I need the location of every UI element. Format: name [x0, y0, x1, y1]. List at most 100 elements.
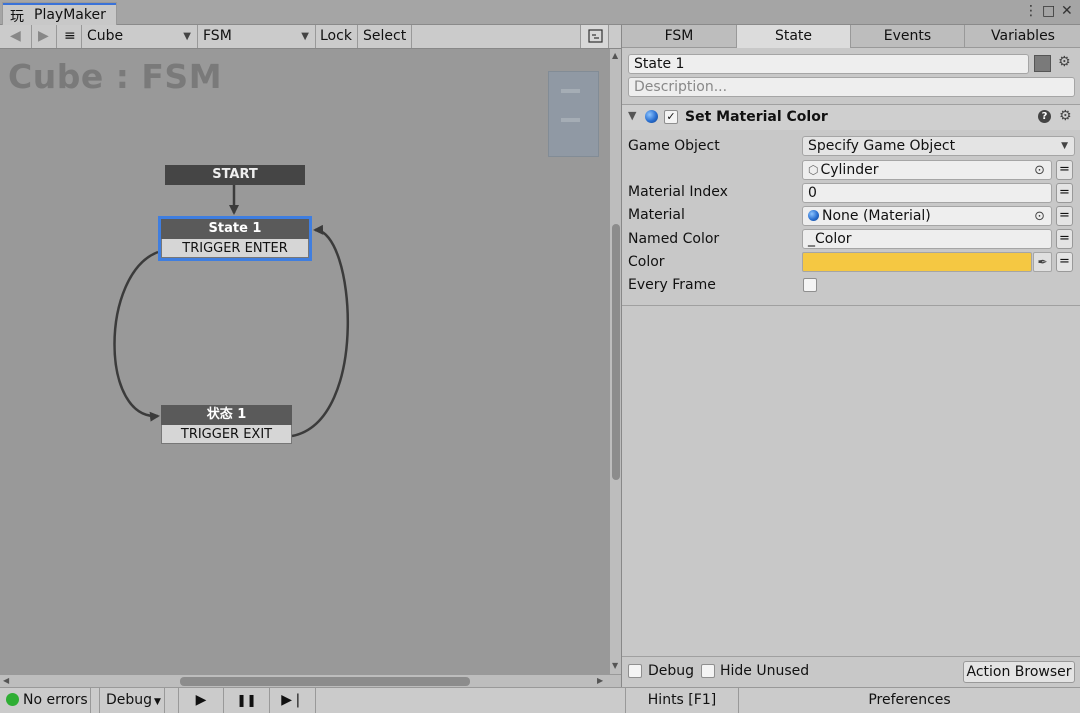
named-color-field[interactable]: _Color [802, 229, 1052, 249]
tab-variables[interactable]: Variables [965, 25, 1080, 48]
status-ok-icon [6, 693, 19, 706]
chevron-down-icon: ▼ [183, 31, 191, 42]
tab-state[interactable]: State [737, 25, 851, 48]
named-color-label: Named Color [628, 231, 720, 247]
scroll-down-icon[interactable]: ▼ [612, 661, 618, 670]
material-label: Material [628, 207, 685, 223]
fsm-select-value: FSM [203, 28, 232, 44]
maximize-icon[interactable]: □ [1042, 3, 1055, 19]
trigger-exit-link [291, 224, 349, 438]
hints-button[interactable]: Hints [F1] [625, 688, 739, 713]
every-frame-label: Every Frame [628, 277, 716, 293]
hints-label: Hints [F1] [647, 692, 717, 708]
material-index-field[interactable]: 0 [802, 183, 1052, 203]
divider [622, 305, 1080, 306]
fsm-select[interactable]: FSM ▼ [198, 25, 316, 48]
description-field[interactable]: Description... [628, 77, 1075, 97]
state-node-transition[interactable]: TRIGGER EXIT [161, 425, 292, 444]
object-picker-icon[interactable]: ⊙ [1034, 162, 1045, 180]
state-node-state-1[interactable]: State 1 TRIGGER ENTER [158, 216, 312, 261]
state-name-field[interactable]: State 1 [628, 54, 1029, 74]
variable-toggle-button[interactable]: = [1056, 252, 1073, 272]
pause-button[interactable]: ❚❚ [224, 688, 270, 713]
color-field[interactable] [802, 252, 1032, 272]
state-node-state-2[interactable]: 状态 1 TRIGGER EXIT [161, 405, 292, 444]
horizontal-scroll-thumb[interactable] [180, 677, 470, 686]
every-frame-checkbox[interactable] [803, 278, 817, 292]
hide-unused-label: Hide Unused [720, 663, 810, 679]
chevron-down-icon: ▼ [154, 697, 161, 707]
state-node-title: 状态 1 [161, 405, 292, 425]
scroll-up-icon[interactable]: ▲ [612, 51, 618, 60]
step-button[interactable]: ▶❘ [270, 688, 316, 713]
gear-icon[interactable]: ⚙ [1058, 54, 1071, 70]
trigger-enter-link [113, 250, 160, 422]
status-bar: No errors Debug ▼ ▶ ❚❚ ▶❘ Hints [F1] Pref… [0, 687, 1080, 713]
game-object-value: Cylinder [820, 162, 879, 178]
color-label: Color [628, 254, 665, 270]
state-node-transition[interactable]: TRIGGER ENTER [161, 239, 309, 258]
forward-arrow-icon: ▶ [38, 28, 49, 44]
material-value: None (Material) [822, 208, 931, 224]
select-button[interactable]: Select [358, 25, 412, 48]
hide-unused-checkbox[interactable] [701, 664, 715, 678]
vertical-scroll-thumb[interactable] [612, 224, 620, 480]
error-status[interactable]: No errors [0, 688, 91, 713]
tab-events[interactable]: Events [851, 25, 965, 48]
window-tab-bar: 玩 PlayMaker ⋮ □ ✕ [0, 0, 1080, 25]
chevron-down-icon: ▼ [1061, 141, 1068, 151]
variable-toggle-button[interactable]: = [1056, 206, 1073, 226]
debug-checkbox[interactable] [628, 664, 642, 678]
game-object-mode-dropdown[interactable]: Specify Game Object ▼ [802, 136, 1075, 156]
menu-button[interactable]: ≡ [57, 25, 82, 48]
variable-toggle-button[interactable]: = [1056, 183, 1073, 203]
lock-button[interactable]: Lock [316, 25, 358, 48]
action-title: Set Material Color [685, 109, 828, 125]
debug-label: Debug [648, 663, 695, 679]
action-gear-icon[interactable]: ⚙ [1059, 108, 1072, 124]
object-picker-icon[interactable]: ⊙ [1034, 208, 1045, 226]
action-category-icon [645, 110, 658, 123]
back-button[interactable]: ◀ [0, 25, 32, 48]
play-button[interactable]: ▶ [178, 688, 224, 713]
start-node[interactable]: START [165, 165, 305, 185]
window-tab-playmaker[interactable]: 玩 PlayMaker [2, 2, 117, 25]
state-color-swatch[interactable] [1034, 55, 1051, 72]
chevron-down-icon: ▼ [301, 31, 309, 42]
hamburger-icon: ≡ [64, 28, 76, 44]
help-icon[interactable]: ? [1038, 110, 1051, 123]
material-field[interactable]: None (Material) ⊙ [802, 206, 1052, 226]
action-enabled-checkbox[interactable]: ✓ [664, 110, 678, 124]
foldout-arrow-icon[interactable]: ▼ [628, 109, 636, 122]
preferences-button[interactable]: Preferences [739, 688, 1080, 713]
select-label: Select [363, 28, 407, 44]
graph-horizontal-scrollbar[interactable]: ◀ ▶ [0, 674, 621, 687]
back-arrow-icon: ◀ [10, 28, 21, 44]
window-menu-icon[interactable]: ⋮ [1024, 3, 1038, 19]
material-index-label: Material Index [628, 184, 728, 200]
close-icon[interactable]: ✕ [1061, 3, 1073, 19]
graph-vertical-scrollbar[interactable]: ▲ ▼ [609, 49, 621, 674]
state-node-title: State 1 [161, 219, 309, 239]
debug-dropdown-label: Debug [106, 692, 153, 708]
play-icon: ▶ [195, 692, 207, 708]
forward-button[interactable]: ▶ [32, 25, 57, 48]
inspector-tabs: FSM State Events Variables [622, 25, 1080, 48]
minimap-toggle-icon [588, 29, 603, 43]
inspector-footer: Debug Hide Unused Action Browser [622, 656, 1080, 687]
tab-fsm[interactable]: FSM [622, 25, 737, 48]
step-icon: ▶❘ [281, 692, 304, 708]
scroll-right-icon[interactable]: ▶ [597, 676, 603, 685]
window-title: PlayMaker [34, 7, 106, 23]
variable-toggle-button[interactable]: = [1056, 229, 1073, 249]
scroll-left-icon[interactable]: ◀ [3, 676, 9, 685]
gameobject-select[interactable]: Cube ▼ [82, 25, 198, 48]
eyedropper-icon[interactable]: ✒ [1033, 252, 1052, 272]
variable-toggle-button[interactable]: = [1056, 160, 1073, 180]
action-browser-button[interactable]: Action Browser [963, 661, 1075, 683]
fsm-graph-canvas[interactable]: Cube : FSM START State 1 TRIGGER ENTER 状… [0, 49, 609, 674]
graph-view-button[interactable] [580, 25, 609, 48]
game-object-field[interactable]: ⬡ Cylinder ⊙ [802, 160, 1052, 180]
action-header[interactable]: ▼ ✓ Set Material Color ? ⚙ [622, 104, 1080, 130]
debug-dropdown[interactable]: Debug ▼ [99, 688, 165, 713]
